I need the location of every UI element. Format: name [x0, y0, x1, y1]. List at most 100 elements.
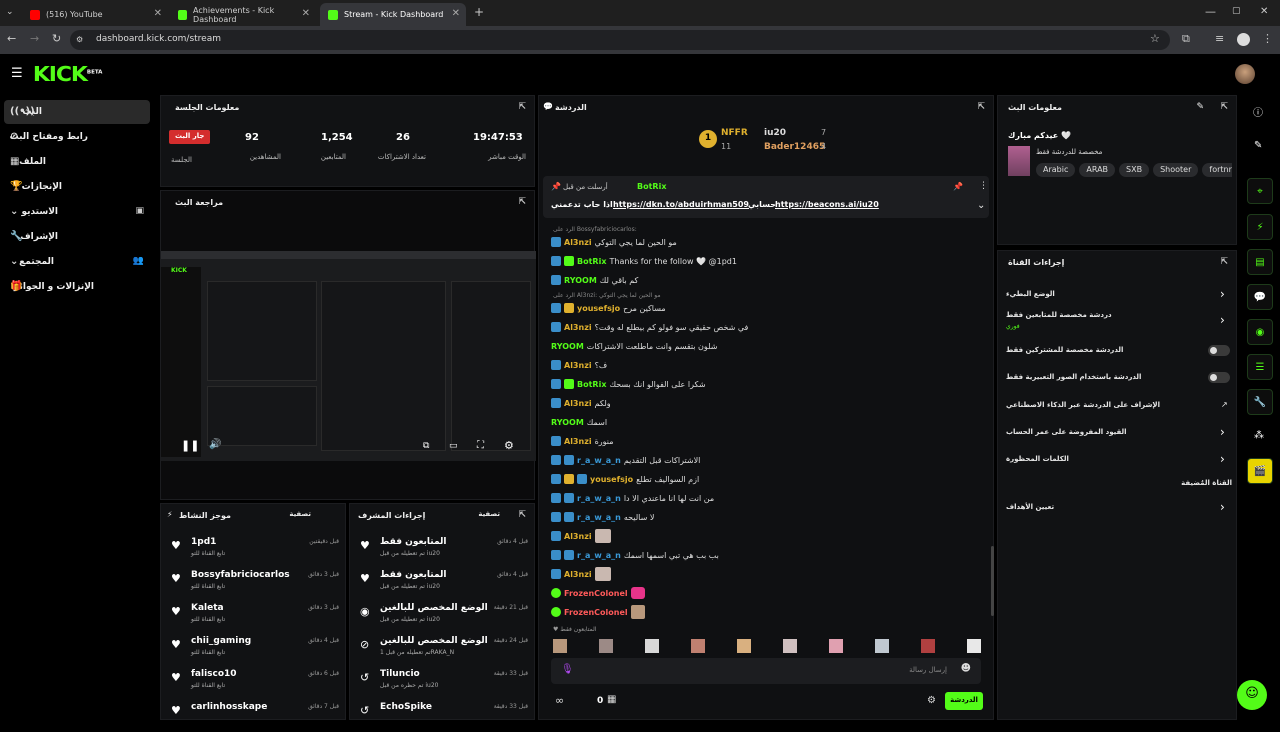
close-window-button[interactable]: ✕: [1260, 6, 1268, 17]
user-avatar[interactable]: [1235, 64, 1255, 84]
action-followers-only[interactable]: دردشة مخصصة للمتابعين فقط فوري ›: [998, 309, 1238, 337]
chat-username[interactable]: r_a_w_a_n: [577, 456, 621, 465]
popout-icon[interactable]: ⇱: [518, 102, 526, 112]
rail-list-button[interactable]: ☰: [1247, 354, 1273, 380]
action-ai-moderation[interactable]: الإشراف على الدردشة عبر الذكاء الاصطناعي…: [998, 398, 1238, 416]
action-slow-mode[interactable]: الوضع البطيء ›: [998, 287, 1238, 305]
edit-pencil-icon[interactable]: ✎: [1254, 140, 1262, 151]
more-icon[interactable]: ⋮: [979, 181, 988, 191]
back-icon[interactable]: ←: [7, 32, 16, 45]
avatar[interactable]: [783, 639, 797, 653]
tag[interactable]: SXB: [1119, 163, 1150, 177]
chat-username[interactable]: r_a_w_a_n: [577, 551, 621, 560]
action-banned-words[interactable]: الكلمات المحظورة ›: [998, 452, 1238, 470]
tag[interactable]: Shooter: [1153, 163, 1199, 177]
chat-username[interactable]: r_a_w_a_n: [577, 513, 621, 522]
send-chat-button[interactable]: الدردشة: [945, 692, 983, 710]
chat-username[interactable]: Al3nzi: [564, 399, 592, 408]
avatar[interactable]: [737, 639, 751, 653]
gift-icon[interactable]: ▦: [607, 694, 616, 705]
pinned-message[interactable]: 📌 أرسلت من قبل BotRix 📌 ⋮ اذا حاب تدعمني…: [543, 176, 989, 218]
chat-username[interactable]: FrozenColonel: [564, 608, 628, 617]
settings-gear-icon[interactable]: ⚙: [504, 439, 514, 452]
site-info-icon[interactable]: ⚙: [76, 35, 83, 44]
sidebar-item-drops[interactable]: 🎁 الإنزالات و الجوائز: [4, 275, 150, 299]
sidebar-item-stream[interactable]: ((•)) البث: [4, 100, 150, 124]
users-icon[interactable]: ⁂: [1254, 430, 1264, 441]
avatar[interactable]: [875, 639, 889, 653]
tag[interactable]: Arabic: [1036, 163, 1076, 177]
avatar[interactable]: [829, 639, 843, 653]
url-field[interactable]: dashboard.kick.com/stream: [70, 30, 1170, 50]
pinned-link-a[interactable]: https://dkn.to/abduirhman509: [613, 200, 749, 209]
sidebar-item-moderation[interactable]: 🔧 الإشراف: [4, 225, 150, 249]
category-thumbnail[interactable]: [1008, 146, 1030, 176]
avatar[interactable]: [921, 639, 935, 653]
rail-chat-button[interactable]: 💬: [1247, 284, 1273, 310]
pin-toggle-icon[interactable]: 📌: [953, 182, 963, 191]
edit-pencil-icon[interactable]: ✎: [1196, 102, 1204, 112]
chat-username[interactable]: RYOOM: [551, 342, 584, 351]
tag[interactable]: fortnr: [1202, 163, 1232, 177]
category-name[interactable]: مخصصة للدردشة فقط: [1036, 148, 1102, 156]
top-user-3[interactable]: Bader12465: [764, 142, 825, 152]
maximize-button[interactable]: ▢: [1232, 6, 1241, 16]
popout-icon[interactable]: ⇱: [977, 102, 985, 112]
filter-button[interactable]: تصفية: [289, 510, 311, 518]
tag[interactable]: ARAB: [1079, 163, 1116, 177]
sidebar-item-community[interactable]: ⌄ المجتمع 👥: [4, 250, 150, 274]
chat-username[interactable]: Al3nzi: [564, 361, 592, 370]
new-tab-button[interactable]: +: [474, 5, 484, 19]
chat-username[interactable]: r_a_w_a_n: [577, 494, 621, 503]
cast-icon[interactable]: ▭: [449, 441, 458, 451]
emote-only-toggle[interactable]: [1208, 372, 1230, 383]
extensions-icon[interactable]: ⧉: [1182, 32, 1190, 46]
close-icon[interactable]: ✕: [452, 8, 460, 19]
tab-youtube[interactable]: (516) YouTube ✕: [22, 3, 168, 26]
chat-username[interactable]: yousefsjo: [590, 475, 633, 484]
close-icon[interactable]: ✕: [154, 8, 162, 19]
top-user-1[interactable]: NFFR: [721, 128, 748, 138]
chat-username[interactable]: RYOOM: [551, 418, 584, 427]
minimize-button[interactable]: —: [1205, 5, 1216, 18]
avatar[interactable]: [599, 639, 613, 653]
tab-stream[interactable]: Stream - Kick Dashboard ✕: [320, 3, 466, 26]
avatar[interactable]: [967, 639, 981, 653]
profile-avatar-icon[interactable]: [1237, 33, 1250, 46]
chat-username[interactable]: BotRix: [577, 380, 606, 389]
kick-logo[interactable]: KICKBETA: [33, 62, 103, 86]
menu-dots-icon[interactable]: ⋮: [1262, 32, 1273, 45]
subscribers-only-toggle[interactable]: [1208, 345, 1230, 356]
avatar[interactable]: [553, 639, 567, 653]
media-icon[interactable]: ≡: [1215, 32, 1224, 45]
volume-icon[interactable]: 🔊: [209, 439, 221, 450]
popout-icon[interactable]: ⇱: [1220, 102, 1228, 112]
mic-icon[interactable]: 🎙: [561, 664, 574, 675]
fullscreen-icon[interactable]: ⛶: [477, 440, 484, 451]
infinity-icon[interactable]: ∞: [555, 694, 564, 707]
avatar[interactable]: [691, 639, 705, 653]
close-icon[interactable]: ✕: [302, 8, 310, 19]
pinned-user[interactable]: BotRix: [637, 182, 666, 191]
pinned-link-c[interactable]: https://beacons.ai/iu20: [775, 200, 879, 209]
rail-broadcast-button[interactable]: ◉: [1247, 319, 1273, 345]
chat-username[interactable]: yousefsjo: [577, 304, 620, 313]
chat-input-box[interactable]: 🎙 إرسال رسالة ☻: [551, 658, 981, 684]
chat-username[interactable]: Al3nzi: [564, 238, 592, 247]
pause-icon[interactable]: ❚❚: [181, 439, 199, 452]
chat-username[interactable]: RYOOM: [564, 276, 597, 285]
chat-username[interactable]: Al3nzi: [564, 532, 592, 541]
sidebar-item-studio[interactable]: ⌄ الاستديو ▣: [4, 200, 150, 224]
tab-achievements[interactable]: Achievements - Kick Dashboard ✕: [170, 3, 316, 26]
avatar[interactable]: [645, 639, 659, 653]
chat-username[interactable]: Al3nzi: [564, 570, 592, 579]
rail-bolt-button[interactable]: ⚡: [1247, 214, 1273, 240]
action-account-age[interactable]: القيود المفروضة على عمر الحساب ›: [998, 425, 1238, 443]
forward-icon[interactable]: →: [30, 32, 39, 45]
action-set-goals[interactable]: تعيين الأهداف ›: [998, 500, 1238, 518]
settings-gear-icon[interactable]: ⚙: [927, 695, 936, 706]
chat-username[interactable]: Al3nzi: [564, 323, 592, 332]
action-host-channel[interactable]: القناة المُضيفة: [998, 476, 1238, 492]
popout-icon[interactable]: ⇱: [1220, 257, 1228, 267]
sidebar-item-profile[interactable]: ▦ الملف: [4, 150, 150, 174]
